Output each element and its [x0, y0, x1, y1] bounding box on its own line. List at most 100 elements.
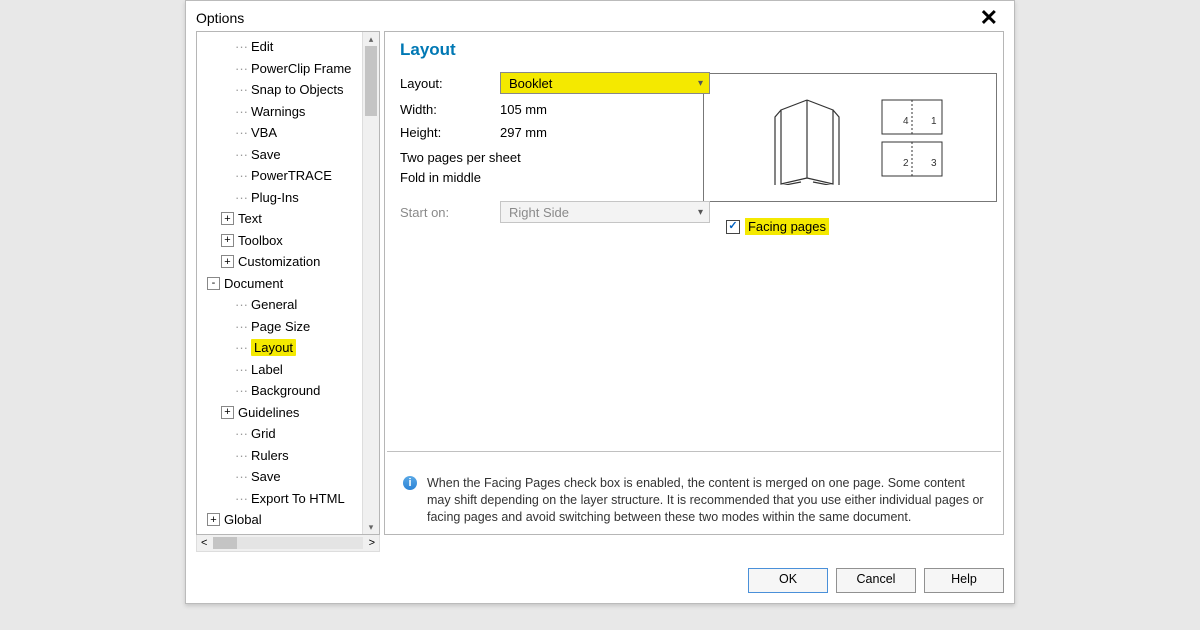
tree-item-label: Customization — [238, 254, 320, 269]
tree-item-label: Save — [251, 469, 281, 484]
expand-icon[interactable]: + — [221, 406, 234, 419]
tree-item-label: Rulers — [251, 448, 289, 463]
height-label: Height: — [400, 125, 492, 140]
tree-item-label: Text — [238, 211, 262, 226]
tree-item-label: Document — [224, 276, 283, 291]
h-scrollbar[interactable]: < > — [196, 535, 380, 552]
tree-item-label: Toolbox — [238, 233, 283, 248]
tree-item-label: General — [251, 297, 297, 312]
tree-item-label: Warnings — [251, 104, 305, 119]
tree-branch-icon: ··· — [235, 190, 248, 205]
width-value: 105 mm — [500, 102, 710, 117]
close-icon[interactable]: ✕ — [974, 7, 1004, 29]
expand-icon[interactable]: + — [221, 255, 234, 268]
tree-item[interactable]: + Text — [203, 208, 377, 230]
tree-item[interactable]: -Document — [203, 273, 377, 295]
tree-item[interactable]: ···Grid — [203, 423, 377, 445]
tree-item[interactable]: ···Warnings — [203, 101, 377, 123]
tree-item[interactable]: ···Export To HTML — [203, 488, 377, 510]
tree-branch-icon: ··· — [235, 491, 248, 506]
tree-item[interactable]: ···Save — [203, 144, 377, 166]
height-value: 297 mm — [500, 125, 710, 140]
title-bar: Options ✕ — [186, 1, 1014, 31]
tree-branch-icon: ··· — [235, 125, 248, 140]
window-title: Options — [196, 10, 974, 26]
tree-branch-icon: ··· — [235, 39, 248, 54]
tree-item-label: Snap to Objects — [251, 82, 344, 97]
collapse-icon[interactable]: - — [207, 277, 220, 290]
tree-branch-icon: ··· — [235, 340, 248, 355]
tree-item[interactable]: ···PowerClip Frame — [203, 58, 377, 80]
layout-label: Layout: — [400, 76, 492, 91]
tree-item-label: Edit — [251, 39, 273, 54]
tree-branch-icon: ··· — [235, 426, 248, 441]
tree-branch-icon: ··· — [235, 383, 248, 398]
tree-branch-icon: ··· — [235, 104, 248, 119]
info-text: When the Facing Pages check box is enabl… — [427, 475, 987, 526]
info-icon: i — [403, 476, 417, 490]
tree-item[interactable]: + Toolbox — [203, 230, 377, 252]
scroll-down-icon[interactable]: ▾ — [363, 520, 379, 534]
panel-heading: Layout — [400, 40, 987, 60]
tree-branch-icon: ··· — [235, 469, 248, 484]
tree-item[interactable]: ···Plug-Ins — [203, 187, 377, 209]
tree-item[interactable]: ···Layout — [203, 337, 377, 359]
tree-item-label: Layout — [251, 339, 296, 356]
tree-item[interactable]: ···VBA — [203, 122, 377, 144]
facing-pages-checkbox[interactable]: ✓ — [726, 220, 740, 234]
starton-label: Start on: — [400, 205, 492, 220]
svg-text:3: 3 — [931, 158, 937, 169]
v-scrollbar[interactable]: ▴ ▾ — [362, 32, 379, 534]
tree-item[interactable]: ···Rulers — [203, 445, 377, 467]
tree-scroll[interactable]: ···Edit···PowerClip Frame···Snap to Obje… — [196, 31, 380, 535]
expand-icon[interactable]: + — [221, 234, 234, 247]
tree-item[interactable]: ···Page Size — [203, 316, 377, 338]
scroll-up-icon[interactable]: ▴ — [363, 32, 379, 46]
tree-item-label: Label — [251, 362, 283, 377]
tree-item-label: Grid — [251, 426, 276, 441]
expand-icon[interactable]: + — [221, 212, 234, 225]
layout-panel: Layout — [384, 31, 1004, 535]
tree-item-label: Plug-Ins — [251, 190, 299, 205]
h-scroll-thumb[interactable] — [213, 537, 237, 549]
starton-dropdown: Right Side ▾ — [500, 201, 710, 223]
tree-item-label: Export To HTML — [251, 491, 345, 506]
tree-item[interactable]: ···General — [203, 294, 377, 316]
scroll-right-icon[interactable]: > — [369, 537, 375, 549]
layout-dropdown[interactable]: Booklet ▾ — [500, 72, 710, 94]
tree-item[interactable]: ···PowerTRACE — [203, 165, 377, 187]
facing-pages-label: Facing pages — [745, 218, 829, 235]
tree-item-label: VBA — [251, 125, 277, 140]
tree-item-label: Guidelines — [238, 405, 299, 420]
tree-item-label: Save — [251, 147, 281, 162]
svg-text:2: 2 — [903, 158, 909, 169]
tree-item[interactable]: ···Edit — [203, 36, 377, 58]
cancel-button[interactable]: Cancel — [836, 568, 916, 593]
tree-item[interactable]: ···Label — [203, 359, 377, 381]
tree-branch-icon: ··· — [235, 448, 248, 463]
tree-item-label: Background — [251, 383, 320, 398]
tree-branch-icon: ··· — [235, 362, 248, 377]
ok-button[interactable]: OK — [748, 568, 828, 593]
tree-container: ···Edit···PowerClip Frame···Snap to Obje… — [196, 31, 380, 552]
button-bar: OK Cancel Help — [186, 560, 1014, 603]
tree-item[interactable]: + Customization — [203, 251, 377, 273]
tree-branch-icon: ··· — [235, 319, 248, 334]
divider — [387, 451, 1001, 452]
tree-item[interactable]: +Global — [203, 509, 377, 531]
tree-item[interactable]: ···Save — [203, 466, 377, 488]
expand-icon[interactable]: + — [207, 513, 220, 526]
tree-item[interactable]: ···Background — [203, 380, 377, 402]
layout-dropdown-value: Booklet — [509, 76, 698, 91]
chevron-down-icon: ▾ — [698, 207, 703, 218]
chevron-down-icon: ▾ — [698, 78, 703, 89]
tree-branch-icon: ··· — [235, 168, 248, 183]
scroll-thumb[interactable] — [365, 46, 377, 116]
tree-item[interactable]: + Guidelines — [203, 402, 377, 424]
help-button[interactable]: Help — [924, 568, 1004, 593]
tree-branch-icon: ··· — [235, 82, 248, 97]
options-dialog: Options ✕ ···Edit···PowerClip Frame···Sn… — [185, 0, 1015, 604]
facing-pages-row[interactable]: ✓ Facing pages — [726, 218, 829, 235]
tree-item[interactable]: ···Snap to Objects — [203, 79, 377, 101]
scroll-left-icon[interactable]: < — [201, 537, 207, 549]
